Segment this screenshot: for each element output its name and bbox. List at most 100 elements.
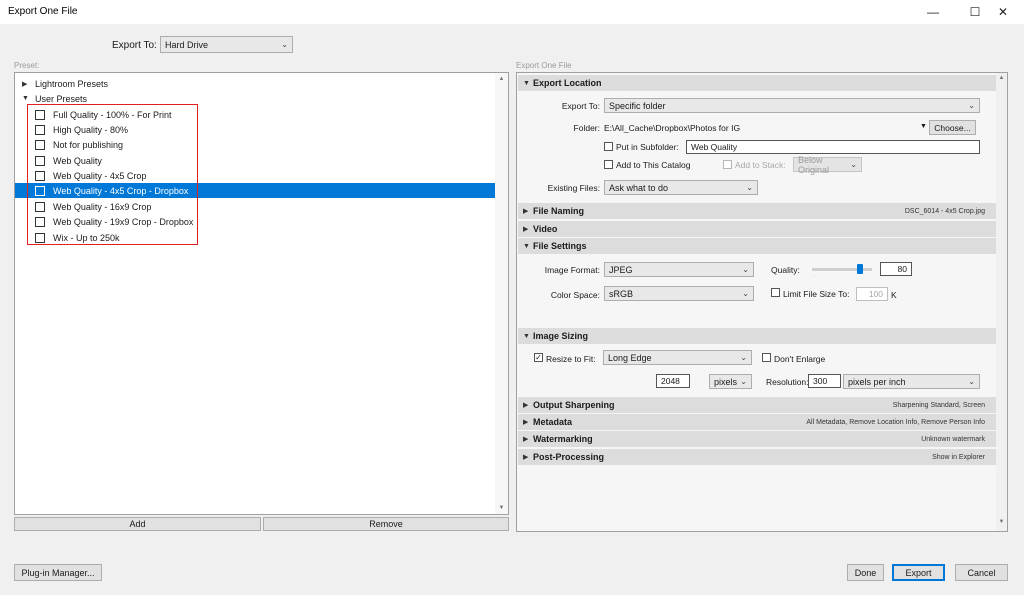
dont-enlarge-checkbox[interactable] [762,353,771,362]
section-title: File Settings [533,241,587,251]
expand-triangle-icon[interactable]: ▶ [523,453,533,461]
quality-label: Quality: [771,265,800,275]
subfolder-input[interactable]: Web Quality [686,140,980,154]
collapse-triangle-icon[interactable]: ▼ [523,243,533,250]
scroll-down-icon[interactable]: ▼ [996,519,1007,529]
collapse-triangle-icon[interactable]: ▼ [22,95,30,102]
quality-slider-track[interactable] [812,268,872,271]
chevron-down-icon: ⌄ [742,265,749,274]
settings-scrollbar[interactable]: ▲ ▼ [996,73,1007,531]
chevron-down-icon: ⌄ [746,183,753,192]
choose-folder-button[interactable]: Choose... [929,120,976,135]
expand-triangle-icon[interactable]: ▶ [523,418,533,426]
minimize-button[interactable]: — [912,0,954,24]
stack-position-dropdown[interactable]: Below Original ⌄ [793,155,862,175]
section-title: Video [533,224,558,234]
add-to-stack-checkbox[interactable] [723,160,732,169]
size-unit-dropdown[interactable]: pixels ⌄ [709,374,752,389]
existing-files-label: Existing Files: [547,183,600,193]
expand-triangle-icon[interactable]: ▶ [523,401,533,409]
chevron-down-icon: ⌄ [968,377,975,386]
window-title: Export One File [8,6,78,17]
add-to-catalog-label: Add to This Catalog [616,160,691,170]
dont-enlarge-label: Don't Enlarge [774,354,826,364]
export-button[interactable]: Export [892,564,945,581]
export-location-value: Specific folder [609,100,666,111]
limit-file-size-label: Limit File Size To: [783,289,850,299]
limit-file-size-checkbox[interactable] [771,288,780,297]
color-space-dropdown[interactable]: sRGB ⌄ [604,286,754,301]
resolution-input[interactable]: 300 [808,374,841,388]
scroll-up-icon[interactable]: ▲ [996,75,1007,85]
section-summary: Show in Explorer [932,453,985,461]
export-to-dropdown[interactable]: Hard Drive ⌄ [160,36,293,53]
color-space-value: sRGB [609,288,634,299]
section-output-sharpening[interactable]: ▶ Output Sharpening Sharpening Standard,… [518,397,996,413]
section-title: File Naming [533,206,585,216]
export-to-label: Export To: [112,40,157,51]
size-input[interactable]: 2048 [656,374,690,388]
resize-mode-value: Long Edge [608,352,652,363]
existing-files-dropdown[interactable]: Ask what to do ⌄ [604,180,758,195]
section-title: Watermarking [533,434,593,444]
add-to-stack-label: Add to Stack: [735,160,786,170]
quality-slider-thumb[interactable] [857,264,863,274]
section-summary: All Metadata, Remove Location Info, Remo… [806,418,985,426]
close-button[interactable]: ✕ [982,0,1024,24]
preset-scrollbar[interactable]: ▲ ▼ [495,73,508,514]
limit-file-size-unit: K [891,290,897,300]
section-summary: Sharpening Standard, Screen [892,401,985,409]
scroll-down-icon[interactable]: ▼ [495,502,508,514]
chevron-down-icon: ⌄ [740,353,747,362]
resize-mode-dropdown[interactable]: Long Edge ⌄ [603,350,752,365]
folder-history-dropdown-icon[interactable]: ▼ [920,123,927,130]
put-in-subfolder-label: Put in Subfolder: [616,142,679,152]
section-export-location[interactable]: ▼ Export Location [518,75,996,91]
expand-triangle-icon[interactable]: ▶ [523,225,533,233]
limit-file-size-input[interactable]: 100 [856,287,888,301]
existing-files-value: Ask what to do [609,182,669,193]
section-file-settings[interactable]: ▼ File Settings [518,238,996,254]
slider-tick: · [813,273,815,279]
highlight-annotation [27,104,198,245]
section-summary: DSC_6014 - 4x5 Crop.jpg [904,207,985,215]
done-button[interactable]: Done [847,564,884,581]
expand-triangle-icon[interactable]: ▶ [22,80,30,88]
export-location-dropdown[interactable]: Specific folder ⌄ [604,98,980,113]
add-preset-button[interactable]: Add [14,517,261,531]
section-image-sizing[interactable]: ▼ Image Sizing [518,328,996,344]
chevron-down-icon: ⌄ [742,289,749,298]
image-format-value: JPEG [609,264,633,275]
color-space-label: Color Space: [550,290,600,300]
collapse-triangle-icon[interactable]: ▼ [523,333,533,340]
section-metadata[interactable]: ▶ Metadata All Metadata, Remove Location… [518,414,996,430]
export-to-value: Hard Drive [165,39,209,50]
expand-triangle-icon[interactable]: ▶ [523,435,533,443]
remove-preset-button[interactable]: Remove [263,517,509,531]
plugin-manager-button[interactable]: Plug-in Manager... [14,564,102,581]
section-video[interactable]: ▶ Video [518,221,996,237]
resolution-unit-value: pixels per inch [848,376,906,387]
section-post-processing[interactable]: ▶ Post-Processing Show in Explorer [518,449,996,465]
add-to-catalog-checkbox[interactable] [604,160,613,169]
scroll-up-icon[interactable]: ▲ [495,73,508,85]
section-title: Image Sizing [533,331,589,341]
group-label: Lightroom Presets [35,78,109,89]
put-in-subfolder-checkbox[interactable] [604,142,613,151]
preset-label: Preset: [14,61,40,70]
image-format-dropdown[interactable]: JPEG ⌄ [604,262,754,277]
quality-input[interactable]: 80 [880,262,912,276]
resolution-unit-dropdown[interactable]: pixels per inch ⌄ [843,374,980,389]
section-summary: Unknown watermark [921,435,985,443]
preset-group-lightroom[interactable]: ▶ Lightroom Presets [15,76,496,91]
section-watermarking[interactable]: ▶ Watermarking Unknown watermark [518,431,996,447]
collapse-triangle-icon[interactable]: ▼ [523,80,533,87]
image-format-label: Image Format: [544,265,600,275]
folder-label: Folder: [573,123,600,133]
expand-triangle-icon[interactable]: ▶ [523,207,533,215]
section-file-naming[interactable]: ▶ File Naming DSC_6014 - 4x5 Crop.jpg [518,203,996,219]
chevron-down-icon: ⌄ [281,40,288,49]
resize-to-fit-checkbox[interactable]: ✓ [534,353,543,362]
cancel-button[interactable]: Cancel [955,564,1008,581]
resolution-label: Resolution: [766,377,809,387]
